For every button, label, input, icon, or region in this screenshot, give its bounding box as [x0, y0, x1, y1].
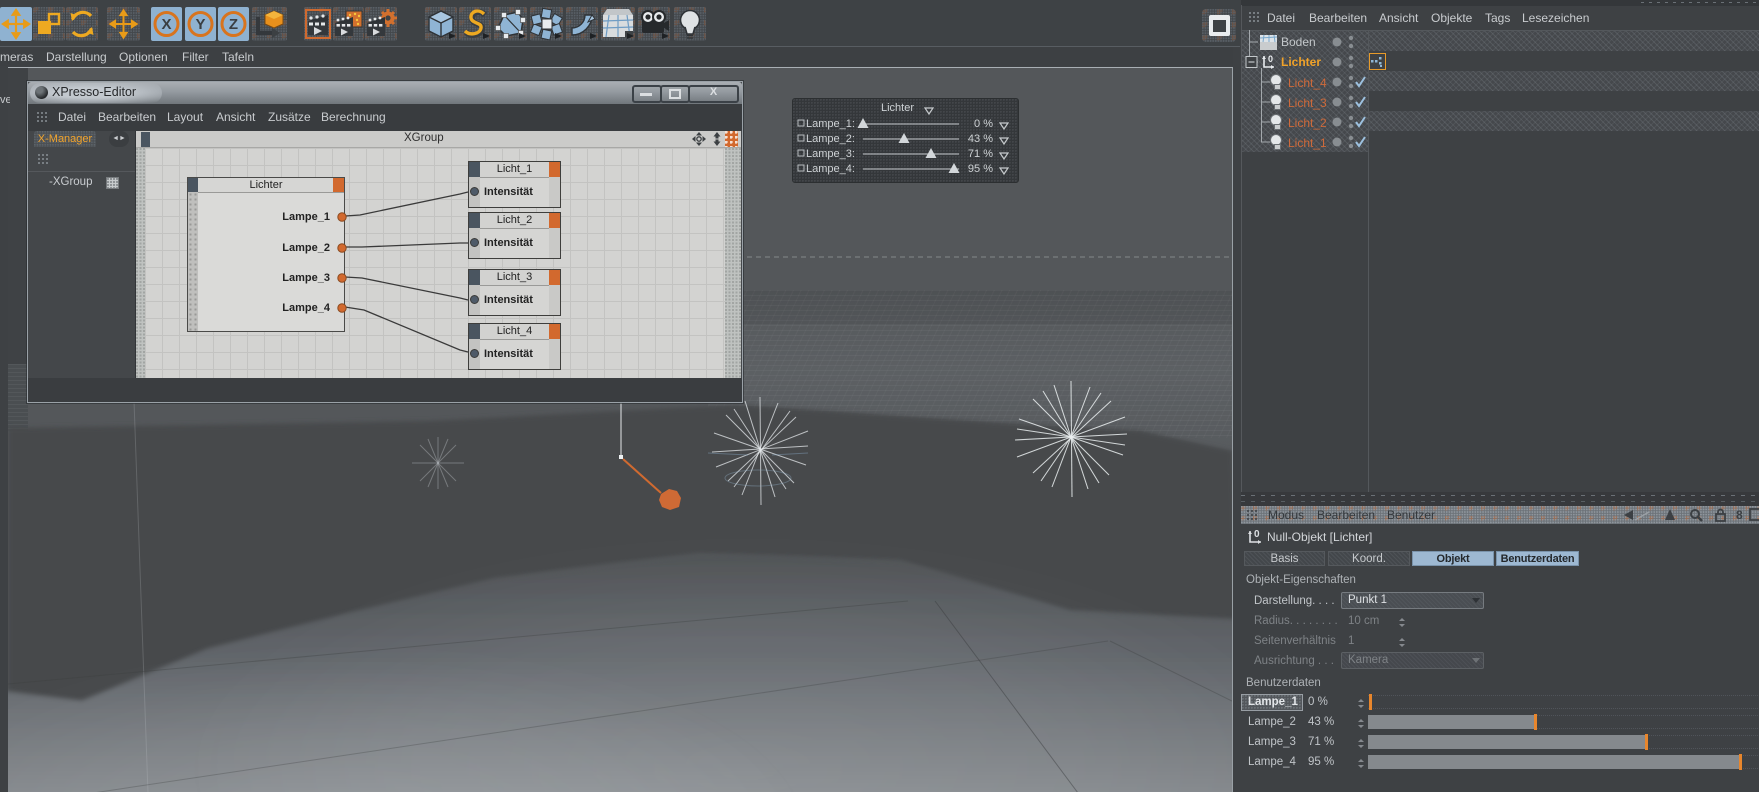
svg-text:8: 8 [1736, 508, 1743, 522]
svg-text:Y: Y [195, 16, 205, 33]
svg-text:0: 0 [1254, 529, 1260, 540]
svg-text:X: X [161, 16, 171, 33]
svg-text:Z: Z [229, 16, 238, 33]
